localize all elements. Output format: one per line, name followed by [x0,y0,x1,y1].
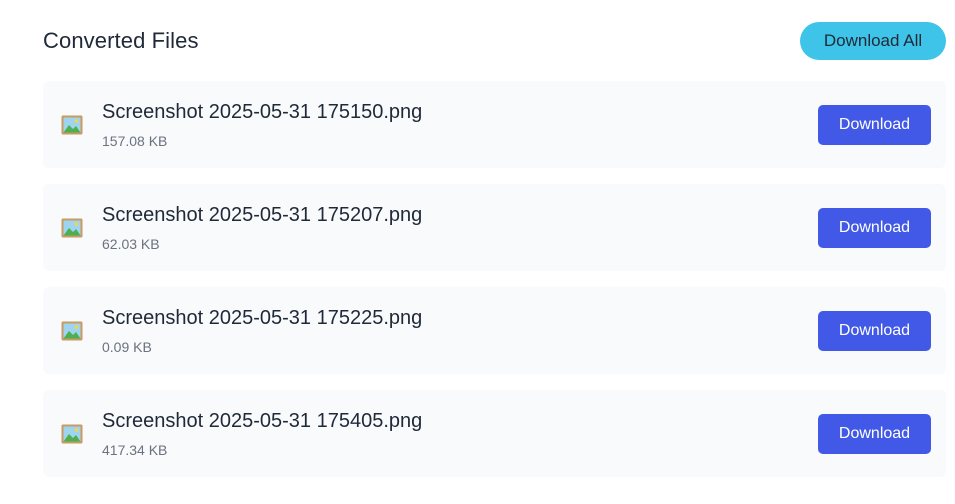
download-button[interactable]: Download [818,413,931,454]
file-name: Screenshot 2025-05-31 175405.png [102,410,423,432]
file-name: Screenshot 2025-05-31 175150.png [102,101,423,123]
file-info: Screenshot 2025-05-31 175225.png 0.09 KB [102,306,818,355]
converted-files-panel: Converted Files Download All Screenshot … [0,0,955,504]
file-size: 62.03 KB [102,236,160,252]
file-info: Screenshot 2025-05-31 175207.png 62.03 K… [102,203,818,252]
image-file-icon [61,321,83,341]
file-name: Screenshot 2025-05-31 175225.png [102,307,423,329]
file-size: 157.08 KB [102,133,168,149]
download-button[interactable]: Download [818,104,931,145]
file-item: Screenshot 2025-05-31 175225.png 0.09 KB… [43,287,946,374]
file-info: Screenshot 2025-05-31 175405.png 417.34 … [102,409,818,458]
download-button[interactable]: Download [818,310,931,351]
download-button[interactable]: Download [818,207,931,248]
file-item: Screenshot 2025-05-31 175150.png 157.08 … [43,81,946,168]
file-name: Screenshot 2025-05-31 175207.png [102,204,423,226]
image-file-icon [61,115,83,135]
image-file-icon [61,424,83,444]
section-title: Converted Files [43,28,199,53]
image-file-icon [61,218,83,238]
file-info: Screenshot 2025-05-31 175150.png 157.08 … [102,100,818,149]
file-item: Screenshot 2025-05-31 175207.png 62.03 K… [43,184,946,271]
download-all-button[interactable]: Download All [800,22,946,60]
file-size: 0.09 KB [102,339,152,355]
file-item: Screenshot 2025-05-31 175405.png 417.34 … [43,390,946,477]
section-header: Converted Files Download All [43,22,946,60]
file-list: Screenshot 2025-05-31 175150.png 157.08 … [43,81,946,493]
file-size: 417.34 KB [102,442,168,458]
